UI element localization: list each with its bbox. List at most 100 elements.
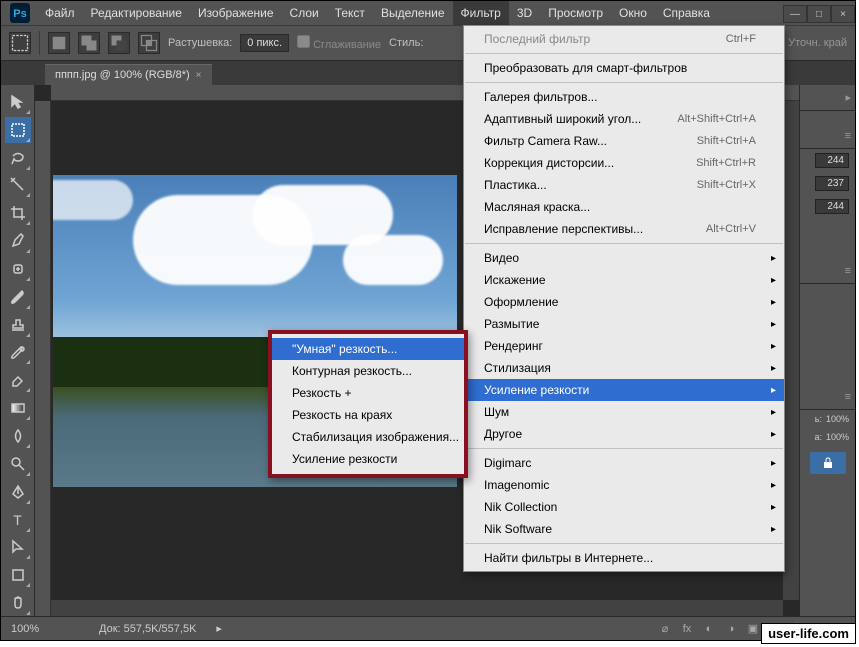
menu-image[interactable]: Изображение <box>190 1 282 25</box>
path-select-tool[interactable] <box>5 535 31 561</box>
dodge-tool[interactable] <box>5 451 31 477</box>
filter-oil[interactable]: Масляная краска... <box>464 196 784 218</box>
svg-text:Ps: Ps <box>13 8 26 20</box>
filter-digimarc[interactable]: Digimarc▸ <box>464 452 784 474</box>
panel-collapse-icon[interactable]: ▸ <box>800 85 855 111</box>
filter-distort[interactable]: Искажение▸ <box>464 269 784 291</box>
selection-new-icon[interactable] <box>48 32 70 54</box>
sb-adjust-icon[interactable]: ◑ <box>723 621 739 637</box>
sb-folder-icon[interactable]: ▣ <box>745 621 761 637</box>
feather-input[interactable]: 0 пикс. <box>240 34 289 52</box>
wand-tool[interactable] <box>5 173 31 199</box>
menu-select[interactable]: Выделение <box>373 1 453 25</box>
menu-3d[interactable]: 3D <box>509 1 540 25</box>
filter-camera-raw[interactable]: Фильтр Camera Raw...Shift+Ctrl+A <box>464 130 784 152</box>
filter-blur[interactable]: Размытие▸ <box>464 313 784 335</box>
sharpen-edges-item[interactable]: Резкость на краях <box>272 404 464 426</box>
menu-text[interactable]: Текст <box>327 1 373 25</box>
filter-gallery[interactable]: Галерея фильтров... <box>464 86 784 108</box>
filter-browse-online[interactable]: Найти фильтры в Интернете... <box>464 547 784 569</box>
app-window: Ps Файл Редактирование Изображение Слои … <box>0 0 856 641</box>
filter-sharpen[interactable]: Усиление резкости▸ <box>464 379 784 401</box>
panel-header-2[interactable]: ≡ <box>800 258 855 284</box>
sb-link-icon[interactable]: ⌀ <box>657 621 673 637</box>
filter-vanishing[interactable]: Исправление перспективы...Alt+Ctrl+V <box>464 218 784 240</box>
stamp-tool[interactable] <box>5 312 31 338</box>
type-tool[interactable]: T <box>5 507 31 533</box>
sb-mask-icon[interactable]: ◐ <box>701 621 717 637</box>
eyedropper-tool[interactable] <box>5 228 31 254</box>
filter-liquify[interactable]: Пластика...Shift+Ctrl+X <box>464 174 784 196</box>
menu-view[interactable]: Просмотр <box>540 1 611 25</box>
selection-add-icon[interactable] <box>78 32 100 54</box>
marquee-preset-icon[interactable] <box>9 32 31 54</box>
antialias-label: Сглаживание <box>313 39 381 51</box>
marquee-tool[interactable] <box>5 117 31 143</box>
panel-header[interactable]: ≡ <box>800 123 855 149</box>
color-g-input[interactable]: 237 <box>815 176 849 191</box>
separator <box>39 31 40 55</box>
blur-tool[interactable] <box>5 423 31 449</box>
filter-nik-collection[interactable]: Nik Collection▸ <box>464 496 784 518</box>
gradient-tool[interactable] <box>5 395 31 421</box>
info-arrow-icon[interactable]: ▸ <box>216 622 222 635</box>
brush-tool[interactable] <box>5 284 31 310</box>
scrollbar-horizontal[interactable] <box>51 600 783 616</box>
style-label: Стиль: <box>389 37 423 49</box>
hand-tool[interactable] <box>5 590 31 616</box>
panel-header-3[interactable]: ≡ <box>800 384 855 410</box>
menu-help[interactable]: Справка <box>655 1 718 25</box>
filter-smart[interactable]: Преобразовать для смарт-фильтров <box>464 57 784 79</box>
lock-button[interactable] <box>810 452 846 474</box>
menu-layers[interactable]: Слои <box>282 1 327 25</box>
eraser-tool[interactable] <box>5 367 31 393</box>
sb-fx-icon[interactable]: fx <box>679 621 695 637</box>
filter-imagenomic[interactable]: Imagenomic▸ <box>464 474 784 496</box>
lasso-tool[interactable] <box>5 145 31 171</box>
window-controls: — □ × <box>783 3 855 23</box>
close-button[interactable]: × <box>831 5 855 23</box>
tab-close-icon[interactable]: × <box>196 70 202 81</box>
filter-adaptive[interactable]: Адаптивный широкий угол...Alt+Shift+Ctrl… <box>464 108 784 130</box>
filter-render[interactable]: Рендеринг▸ <box>464 335 784 357</box>
filter-nik-software[interactable]: Nik Software▸ <box>464 518 784 540</box>
filter-lens[interactable]: Коррекция дисторсии...Shift+Ctrl+R <box>464 152 784 174</box>
filter-pixelate[interactable]: Оформление▸ <box>464 291 784 313</box>
menu-edit[interactable]: Редактирование <box>83 1 190 25</box>
filter-noise[interactable]: Шум▸ <box>464 401 784 423</box>
sharpen-submenu: "Умная" резкость... Контурная резкость..… <box>268 330 468 478</box>
menu-window[interactable]: Окно <box>611 1 655 25</box>
color-b-input[interactable]: 244 <box>815 199 849 214</box>
menu-separator <box>465 82 783 83</box>
healing-tool[interactable] <box>5 256 31 282</box>
sharpen-more-item[interactable]: Резкость + <box>272 382 464 404</box>
move-tool[interactable] <box>5 89 31 115</box>
crop-tool[interactable] <box>5 200 31 226</box>
shake-reduction-item[interactable]: Стабилизация изображения... <box>272 426 464 448</box>
history-brush-tool[interactable] <box>5 340 31 366</box>
fill-value[interactable]: 100% <box>826 432 849 442</box>
unsharp-mask-item[interactable]: Контурная резкость... <box>272 360 464 382</box>
tools-panel: T <box>1 85 35 616</box>
feather-label: Растушевка: <box>168 37 232 49</box>
scrollbar-vertical[interactable] <box>783 101 799 600</box>
shape-tool[interactable] <box>5 562 31 588</box>
pen-tool[interactable] <box>5 479 31 505</box>
zoom-display[interactable]: 100% <box>11 623 79 635</box>
filter-other[interactable]: Другое▸ <box>464 423 784 445</box>
opacity-value[interactable]: 100% <box>826 414 849 424</box>
filter-stylize[interactable]: Стилизация▸ <box>464 357 784 379</box>
maximize-button[interactable]: □ <box>807 5 831 23</box>
selection-intersect-icon[interactable] <box>138 32 160 54</box>
sharpen-item[interactable]: Усиление резкости <box>272 448 464 470</box>
minimize-button[interactable]: — <box>783 5 807 23</box>
color-r-input[interactable]: 244 <box>815 153 849 168</box>
document-tab[interactable]: пппп.jpg @ 100% (RGB/8*) × <box>45 64 212 85</box>
selection-subtract-icon[interactable] <box>108 32 130 54</box>
smart-sharpen-item[interactable]: "Умная" резкость... <box>272 338 464 360</box>
filter-video[interactable]: Видео▸ <box>464 247 784 269</box>
menu-file[interactable]: Файл <box>37 1 83 25</box>
ruler-vertical <box>35 101 51 616</box>
menu-separator <box>465 243 783 244</box>
menu-filter[interactable]: Фильтр <box>453 1 509 25</box>
